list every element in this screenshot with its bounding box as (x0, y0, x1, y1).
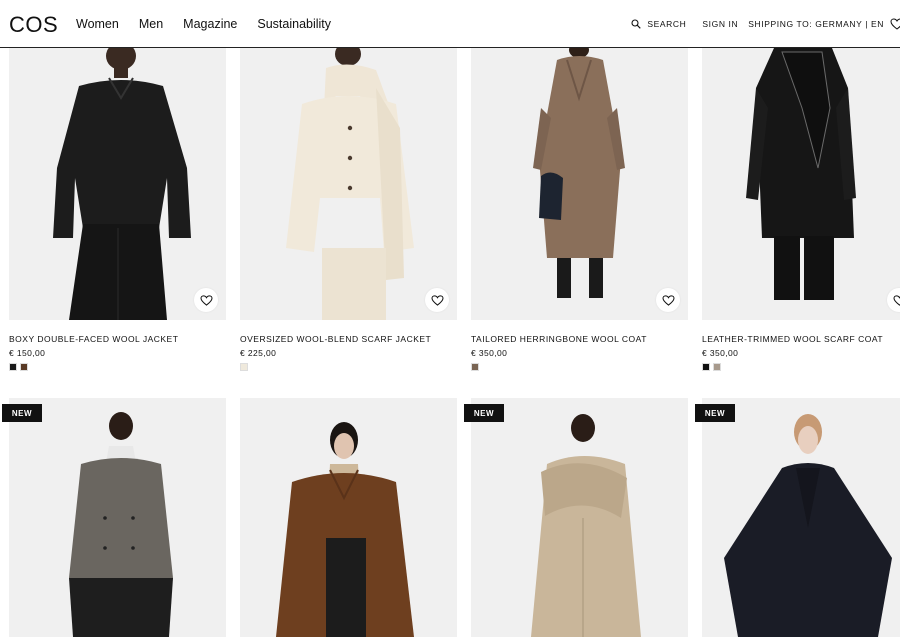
heart-icon (890, 18, 900, 30)
product-image[interactable] (9, 398, 226, 637)
nav-women[interactable]: Women (76, 17, 119, 31)
cos-logo[interactable]: COS (9, 12, 58, 38)
product-name[interactable]: LEATHER-TRIMMED WOOL SCARF COAT (702, 334, 883, 344)
product-price: € 350,00 (702, 348, 739, 358)
wishlist-button[interactable] (890, 18, 900, 30)
product-card[interactable] (471, 398, 688, 637)
model-brown-suede-jacket-illustration (240, 398, 457, 637)
heart-icon (199, 294, 213, 306)
product-image[interactable] (9, 48, 226, 320)
sign-in-link[interactable]: SIGN IN (702, 19, 738, 29)
search-label: SEARCH (647, 19, 687, 29)
nav-sustainability[interactable]: Sustainability (257, 17, 331, 31)
product-card[interactable]: BOXY DOUBLE-FACED WOOL JACKET € 150,00 (9, 48, 226, 378)
search-icon (631, 19, 642, 29)
color-swatches (471, 363, 479, 371)
model-herringbone-coat-illustration (471, 48, 688, 320)
model-black-scarf-coat-illustration (702, 48, 900, 320)
product-price: € 350,00 (471, 348, 508, 358)
new-badge: NEW (464, 404, 504, 422)
product-card[interactable] (702, 398, 900, 637)
wishlist-toggle[interactable] (656, 288, 680, 312)
model-black-jacket-illustration (9, 48, 226, 320)
product-image[interactable] (240, 48, 457, 320)
search-button[interactable]: SEARCH (631, 19, 686, 29)
new-badge: NEW (2, 404, 42, 422)
heart-icon (892, 294, 900, 306)
product-card[interactable]: LEATHER-TRIMMED WOOL SCARF COAT € 350,00 (702, 48, 900, 378)
wishlist-toggle[interactable] (194, 288, 218, 312)
color-swatch[interactable] (713, 363, 721, 371)
color-swatches (702, 363, 721, 371)
model-tweed-jacket-illustration (9, 398, 226, 637)
product-image[interactable] (240, 398, 457, 637)
model-cream-scarf-jacket-illustration (240, 48, 457, 320)
product-card[interactable]: OVERSIZED WOOL-BLEND SCARF JACKET € 225,… (240, 48, 457, 378)
wishlist-toggle[interactable] (425, 288, 449, 312)
heart-icon (661, 294, 675, 306)
color-swatch[interactable] (471, 363, 479, 371)
color-swatch[interactable] (702, 363, 710, 371)
color-swatch[interactable] (20, 363, 28, 371)
new-badge: NEW (695, 404, 735, 422)
site-header: COS Women Men Magazine Sustainability SE… (0, 0, 900, 48)
product-name[interactable]: TAILORED HERRINGBONE WOOL COAT (471, 334, 647, 344)
model-beige-scarf-coat-illustration (471, 398, 688, 637)
color-swatches (9, 363, 28, 371)
color-swatch[interactable] (240, 363, 248, 371)
product-price: € 150,00 (9, 348, 46, 358)
product-card[interactable]: TAILORED HERRINGBONE WOOL COAT € 350,00 (471, 48, 688, 378)
product-image[interactable] (702, 48, 900, 320)
model-navy-cape-coat-illustration (702, 398, 900, 637)
color-swatches (240, 363, 248, 371)
nav-men[interactable]: Men (139, 17, 163, 31)
nav-magazine[interactable]: Magazine (183, 17, 237, 31)
main-nav: Women Men Magazine Sustainability (76, 17, 331, 31)
product-image[interactable] (471, 398, 688, 637)
product-name[interactable]: OVERSIZED WOOL-BLEND SCARF JACKET (240, 334, 431, 344)
product-price: € 225,00 (240, 348, 277, 358)
product-image[interactable] (471, 48, 688, 320)
product-card[interactable] (240, 398, 457, 637)
product-card[interactable] (9, 398, 226, 637)
color-swatch[interactable] (9, 363, 17, 371)
product-name[interactable]: BOXY DOUBLE-FACED WOOL JACKET (9, 334, 178, 344)
heart-icon (430, 294, 444, 306)
product-image[interactable] (702, 398, 900, 637)
header-utilities: SEARCH SIGN IN SHIPPING TO: GERMANY | EN (631, 18, 900, 30)
shipping-selector[interactable]: SHIPPING TO: GERMANY | EN (748, 19, 884, 29)
